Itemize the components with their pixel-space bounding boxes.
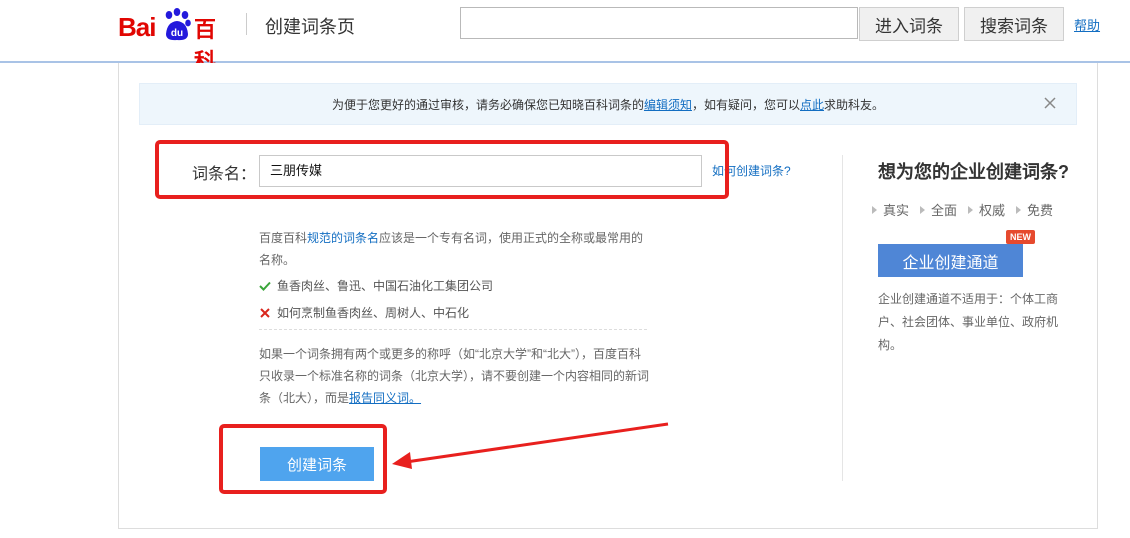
feature-label: 免费 bbox=[1027, 203, 1054, 218]
feature-label: 权威 bbox=[979, 203, 1006, 218]
report-synonym-link[interactable]: 报告同义词。 bbox=[349, 391, 421, 405]
notice-bar: 为便于您更好的通过审核，请务必确保您已知晓百科词条的 编辑须知 ，如有疑问，您可以点… bbox=[139, 83, 1077, 125]
feature-label: 全面 bbox=[931, 203, 958, 218]
tip2-text: 如果一个词条拥有两个或更多的称呼（如“北京大学”和“北大”），百度百科只收录一个… bbox=[259, 347, 650, 405]
feature-label: 真实 bbox=[883, 203, 910, 218]
check-icon bbox=[259, 281, 271, 291]
edit-guide-link[interactable]: 编辑须知 bbox=[644, 96, 692, 113]
annotation-box-create-button bbox=[219, 424, 387, 494]
top-bar: Bai du 百科 创建词条页 进入词条 搜索词条 帮助 bbox=[0, 0, 1130, 74]
annotation-box-name-field bbox=[155, 140, 729, 199]
enterprise-create-button[interactable]: 企业创建通道 bbox=[878, 244, 1023, 277]
enterprise-description: 企业创建通道不适用于：个体工商户、社会团体、事业单位、政府机构。 bbox=[878, 292, 1059, 352]
help-link[interactable]: 帮助 bbox=[1074, 15, 1100, 34]
logo-du-text: du bbox=[171, 28, 183, 39]
bullet-icon bbox=[872, 205, 877, 214]
notice-text-mid: ，如有疑问，您可以 bbox=[691, 97, 800, 112]
bad-example: 如何烹制鱼香肉丝、周树人、中石化 bbox=[259, 304, 469, 321]
good-example-text: 鱼香肉丝、鲁迅、中国石油化工集团公司 bbox=[277, 279, 494, 293]
feature-list: 真实 全面 权威 免费 bbox=[872, 200, 1064, 219]
sidebar-title: 想为您的企业创建词条? bbox=[878, 162, 1069, 182]
enter-entry-button[interactable]: 进入词条 bbox=[859, 7, 959, 41]
logo-bai-text: Bai bbox=[118, 12, 156, 42]
new-badge: NEW bbox=[1006, 230, 1035, 244]
page-title: 创建词条页 bbox=[265, 17, 355, 37]
cross-icon bbox=[260, 307, 270, 318]
bullet-icon bbox=[920, 205, 926, 214]
bullet-icon bbox=[1016, 205, 1022, 214]
bullet-icon bbox=[968, 205, 974, 214]
tip1-text: 百度百科 bbox=[259, 231, 308, 245]
synonym-tip: 如果一个词条拥有两个或更多的称呼（如“北京大学”和“北大”），百度百科只收录一个… bbox=[259, 343, 651, 409]
naming-tip: 百度百科规范的词条名应该是一个专有名词，使用正式的全称或最常用的名称。 bbox=[259, 227, 651, 271]
feature-item: 真实 bbox=[872, 200, 909, 219]
header-separator bbox=[246, 13, 247, 35]
standard-name-link[interactable]: 规范的词条名 bbox=[307, 231, 379, 245]
sidebar-divider bbox=[842, 155, 843, 481]
bad-example-text: 如何烹制鱼香肉丝、周树人、中石化 bbox=[277, 306, 470, 320]
feature-item: 免费 bbox=[1016, 200, 1053, 219]
dashed-divider bbox=[259, 329, 647, 330]
baidu-baike-logo[interactable]: Bai du 百科 bbox=[118, 8, 236, 74]
notice-text-end: 求助科友。 bbox=[824, 97, 885, 112]
help-here-link[interactable]: 点此 bbox=[800, 96, 824, 113]
feature-item: 全面 bbox=[920, 200, 957, 219]
close-icon[interactable] bbox=[1042, 95, 1058, 111]
baidu-paw-icon: du bbox=[165, 8, 191, 41]
search-input[interactable] bbox=[460, 7, 858, 39]
good-example: 鱼香肉丝、鲁迅、中国石油化工集团公司 bbox=[259, 277, 493, 294]
notice-text: 为便于您更好的通过审核，请务必确保您已知晓百科词条的 bbox=[331, 97, 644, 112]
annotation-arrow-icon bbox=[392, 422, 669, 469]
feature-item: 权威 bbox=[968, 200, 1005, 219]
search-entry-button[interactable]: 搜索词条 bbox=[964, 7, 1064, 41]
